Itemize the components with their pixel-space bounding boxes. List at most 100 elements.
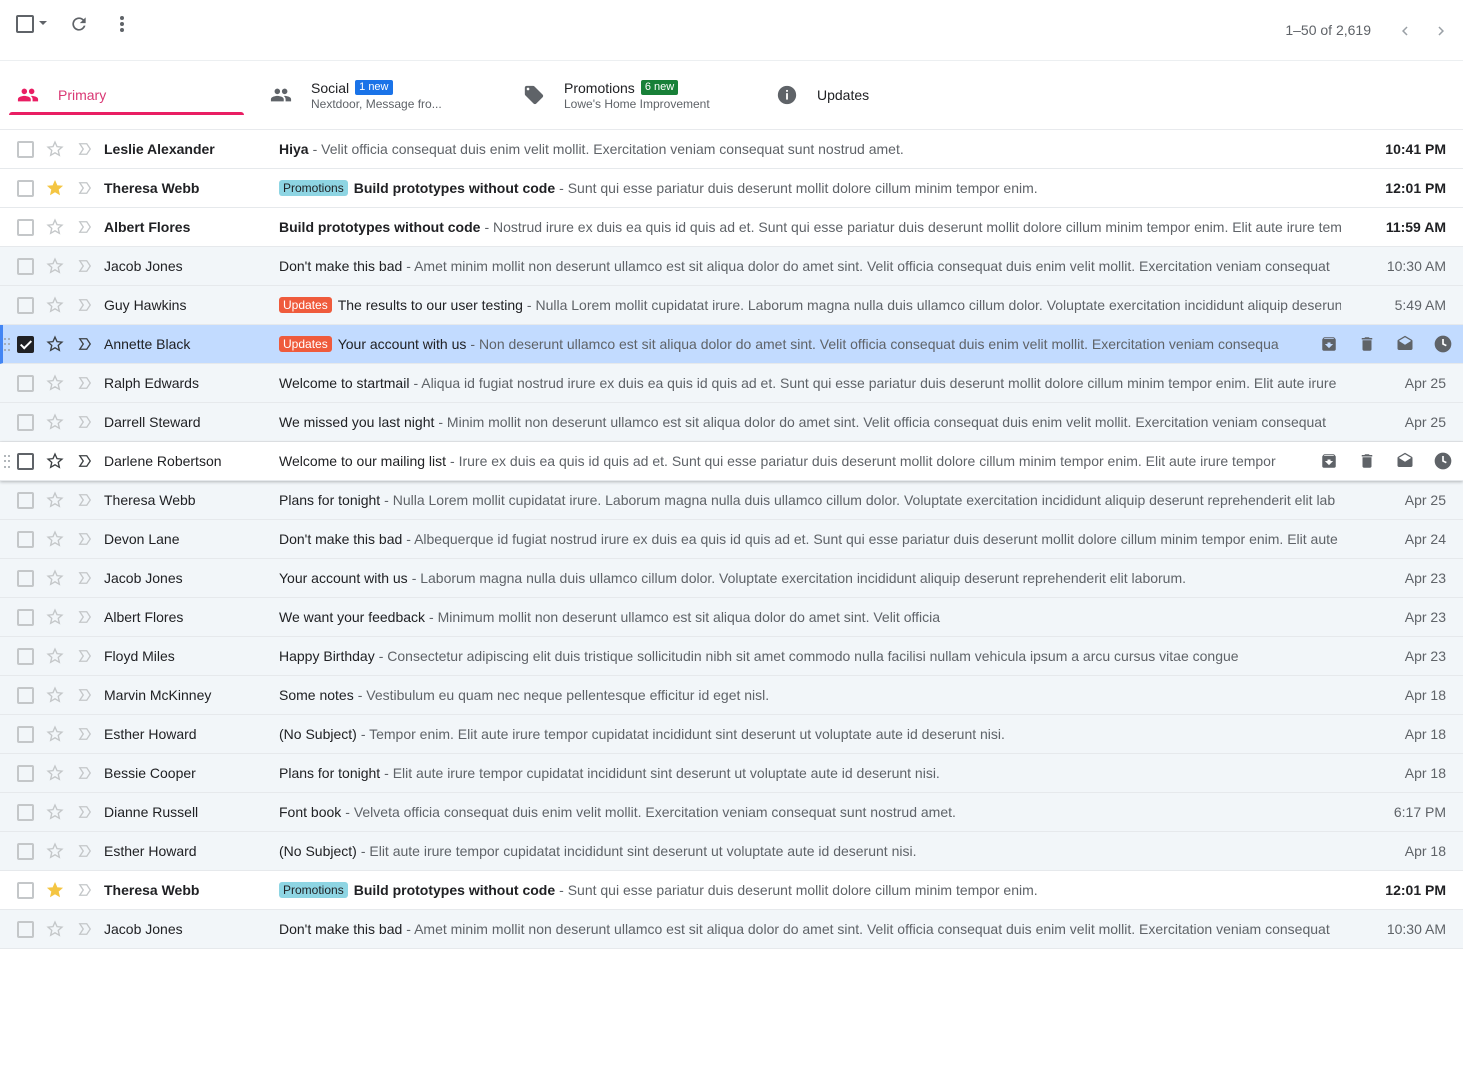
email-row[interactable]: Darlene Robertson Welcome to our mailing … — [0, 442, 1463, 481]
importance-marker-icon[interactable] — [78, 376, 92, 390]
email-row[interactable]: Theresa Webb Promotions Build prototypes w… — [0, 871, 1463, 910]
tab-primary[interactable]: Primary — [0, 61, 244, 129]
category-label-tag[interactable]: Updates — [279, 336, 332, 352]
star-icon[interactable] — [46, 140, 64, 158]
row-checkbox[interactable] — [17, 258, 34, 275]
importance-marker-icon[interactable] — [78, 922, 92, 936]
importance-marker-icon[interactable] — [78, 220, 92, 234]
email-row[interactable]: Ralph Edwards Welcome to startmail - Aliqu… — [0, 364, 1463, 403]
delete-icon[interactable] — [1357, 451, 1377, 471]
star-icon[interactable] — [46, 335, 64, 353]
row-checkbox[interactable] — [17, 492, 34, 509]
email-row[interactable]: Albert Flores Build prototypes without co… — [0, 208, 1463, 247]
row-checkbox[interactable] — [17, 804, 34, 821]
star-icon[interactable] — [46, 413, 64, 431]
tab-promotions[interactable]: Promotions 6 new Lowe's Home Improvement — [506, 61, 742, 129]
row-checkbox[interactable] — [17, 141, 34, 158]
email-row[interactable]: Annette Black Updates Your account with us… — [0, 325, 1463, 364]
email-row[interactable]: Albert Flores We want your feedback - Mini… — [0, 598, 1463, 637]
archive-icon[interactable] — [1319, 334, 1339, 354]
caret-down-icon[interactable] — [39, 21, 47, 25]
star-icon[interactable] — [46, 842, 64, 860]
refresh-icon[interactable] — [68, 13, 90, 35]
snooze-icon[interactable] — [1433, 451, 1453, 471]
email-row[interactable]: Theresa Webb Promotions Build prototypes w… — [0, 169, 1463, 208]
star-icon[interactable] — [46, 530, 64, 548]
tab-updates[interactable]: Updates — [759, 61, 995, 129]
email-row[interactable]: Bessie Cooper Plans for tonight - Elit aut… — [0, 754, 1463, 793]
importance-marker-icon[interactable] — [78, 415, 92, 429]
importance-marker-icon[interactable] — [78, 142, 92, 156]
importance-marker-icon[interactable] — [78, 532, 92, 546]
importance-marker-icon[interactable] — [78, 181, 92, 195]
email-row[interactable]: Esther Howard (No Subject) - Tempor enim. … — [0, 715, 1463, 754]
email-row[interactable]: Jacob Jones Don't make this bad - Amet min… — [0, 910, 1463, 949]
importance-marker-icon[interactable] — [78, 805, 92, 819]
email-row[interactable]: Floyd Miles Happy Birthday - Consectetur a… — [0, 637, 1463, 676]
category-label-tag[interactable]: Updates — [279, 297, 332, 313]
row-checkbox[interactable] — [17, 219, 34, 236]
snooze-icon[interactable] — [1433, 334, 1453, 354]
star-icon[interactable] — [46, 218, 64, 236]
star-icon[interactable] — [46, 647, 64, 665]
row-checkbox[interactable] — [17, 414, 34, 431]
drag-handle-icon[interactable] — [4, 455, 12, 469]
row-checkbox[interactable] — [17, 375, 34, 392]
email-row[interactable]: Marvin McKinney Some notes - Vestibulum eu… — [0, 676, 1463, 715]
chevron-left-icon[interactable] — [1396, 22, 1414, 40]
category-label-tag[interactable]: Promotions — [279, 180, 348, 196]
star-icon[interactable] — [46, 686, 64, 704]
row-checkbox[interactable] — [17, 687, 34, 704]
email-row[interactable]: Leslie Alexander Hiya - Velit officia cons… — [0, 130, 1463, 169]
email-row[interactable]: Jacob Jones Don't make this bad - Amet min… — [0, 247, 1463, 286]
row-checkbox[interactable] — [17, 570, 34, 587]
drag-handle-icon[interactable] — [4, 338, 12, 352]
chevron-right-icon[interactable] — [1432, 22, 1450, 40]
row-checkbox[interactable] — [17, 336, 34, 353]
importance-marker-icon[interactable] — [78, 649, 92, 663]
row-checkbox[interactable] — [17, 180, 34, 197]
row-checkbox[interactable] — [17, 843, 34, 860]
star-icon[interactable] — [46, 569, 64, 587]
row-checkbox[interactable] — [17, 921, 34, 938]
email-row[interactable]: Guy Hawkins Updates The results to our use… — [0, 286, 1463, 325]
row-checkbox[interactable] — [17, 297, 34, 314]
importance-marker-icon[interactable] — [78, 844, 92, 858]
star-icon[interactable] — [46, 296, 64, 314]
importance-marker-icon[interactable] — [78, 571, 92, 585]
select-all-checkbox-icon[interactable] — [16, 15, 34, 33]
row-checkbox[interactable] — [17, 609, 34, 626]
mark-read-icon[interactable] — [1395, 451, 1415, 471]
importance-marker-icon[interactable] — [78, 610, 92, 624]
row-checkbox[interactable] — [17, 882, 34, 899]
importance-marker-icon[interactable] — [78, 493, 92, 507]
category-label-tag[interactable]: Promotions — [279, 882, 348, 898]
email-row[interactable]: Dianne Russell Font book - Velveta officia… — [0, 793, 1463, 832]
star-icon[interactable] — [46, 491, 64, 509]
star-icon[interactable] — [46, 920, 64, 938]
mark-read-icon[interactable] — [1395, 334, 1415, 354]
importance-marker-icon[interactable] — [78, 727, 92, 741]
email-row[interactable]: Jacob Jones Your account with us - Laborum… — [0, 559, 1463, 598]
more-vert-icon[interactable] — [113, 13, 131, 35]
star-icon[interactable] — [46, 452, 64, 470]
row-checkbox[interactable] — [17, 453, 34, 470]
row-checkbox[interactable] — [17, 531, 34, 548]
star-icon[interactable] — [46, 803, 64, 821]
importance-marker-icon[interactable] — [78, 766, 92, 780]
star-icon[interactable] — [46, 374, 64, 392]
delete-icon[interactable] — [1357, 334, 1377, 354]
email-row[interactable]: Theresa Webb Plans for tonight - Nulla Lor… — [0, 481, 1463, 520]
star-icon[interactable] — [46, 725, 64, 743]
row-checkbox[interactable] — [17, 726, 34, 743]
row-checkbox[interactable] — [17, 648, 34, 665]
email-row[interactable]: Darrell Steward We missed you last night -… — [0, 403, 1463, 442]
star-icon[interactable] — [46, 764, 64, 782]
importance-marker-icon[interactable] — [78, 298, 92, 312]
star-icon[interactable] — [46, 881, 64, 899]
star-icon[interactable] — [46, 179, 64, 197]
star-icon[interactable] — [46, 608, 64, 626]
importance-marker-icon[interactable] — [78, 883, 92, 897]
importance-marker-icon[interactable] — [78, 454, 92, 468]
archive-icon[interactable] — [1319, 451, 1339, 471]
